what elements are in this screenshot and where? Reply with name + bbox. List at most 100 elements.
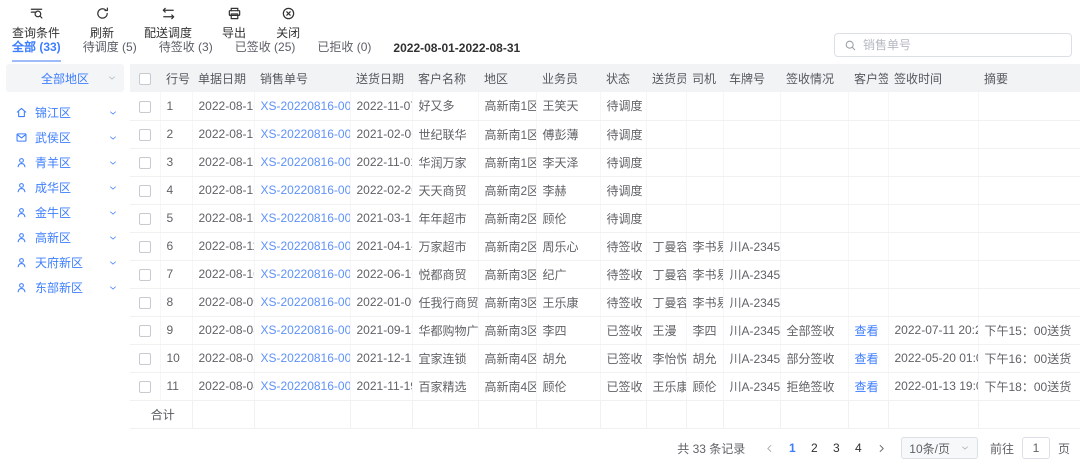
region-filter-dropdown[interactable]: 全部地区 [6,64,124,92]
prev-page-button[interactable] [759,443,779,454]
sidebar-item-tianfu[interactable]: 天府新区 [0,250,130,275]
cell-row-no: 10 [160,344,192,372]
sale-order-link[interactable]: XS-20220816-000017 [261,127,351,141]
cell-plate: 川A-234561 [723,232,780,260]
sidebar-item-chenghua[interactable]: 成华区 [0,175,130,200]
chevron-down-icon [108,133,118,143]
cell-signature: 查看 [848,372,888,400]
cell-sign-time [888,260,978,288]
row-checkbox[interactable] [139,269,151,281]
region-label: 金牛区 [35,204,71,221]
sale-order-link[interactable]: XS-20220816-000011 [261,295,351,309]
query-conditions-button[interactable]: 查询条件 [12,6,60,41]
tab-rejected[interactable]: 已拒收 (0) [317,38,371,62]
sale-order-link[interactable]: XS-20220816-000015 [261,183,351,197]
sidebar-item-gaoxin[interactable]: 高新区 [0,225,130,250]
pagination: 共 33 条记录 1234 10条/页 前往 页 [677,437,1070,459]
table-row: 42022-08-16XS-20220816-0000152022-02-20天… [130,176,1080,204]
cell-signature [848,288,888,316]
dispatch-button[interactable]: 配送调度 [144,6,192,41]
view-signature-link[interactable]: 查看 [855,324,879,338]
page-number-4[interactable]: 4 [847,441,869,455]
row-checkbox[interactable] [139,213,151,225]
sidebar-item-jinjiang[interactable]: 锦江区 [0,100,130,125]
goto-page-input[interactable] [1022,437,1050,459]
sale-order-link[interactable]: XS-20220816-000012 [261,267,351,281]
tab-signed[interactable]: 已签收 (25) [235,38,296,62]
cell-plate [723,120,780,148]
row-checkbox[interactable] [139,129,151,141]
column-header: 司机 [686,64,723,92]
page-number-2[interactable]: 2 [803,441,825,455]
search-icon [844,39,857,52]
toolbar: 查询条件刷新配送调度导出关闭 [0,0,1080,36]
sidebar-item-wuhou[interactable]: 武侯区 [0,125,130,150]
record-count: 共 33 条记录 [677,440,745,457]
tab-all[interactable]: 全部 (33) [12,38,61,62]
sale-order-link[interactable]: XS-20220816-000014 [261,211,351,225]
cell-doc-date: 2022-08-08 [192,316,254,344]
cell-summary [978,176,1080,204]
total-row: 合计 [130,400,1080,428]
dispatch-swap-icon [161,6,176,21]
cell-deliverer: 王漫 [646,316,686,344]
cell-area: 高新南4区 [478,344,536,372]
view-signature-link[interactable]: 查看 [855,380,879,394]
cell-customer: 宜家连锁 [412,344,478,372]
cell-delivery-date: 2022-02-20 [350,176,412,204]
status-tabs: 全部 (33) 待调度 (5) 待签收 (3) 已签收 (25) 已拒收 (0) [12,38,371,62]
tab-pending-dispatch[interactable]: 待调度 (5) [83,38,137,62]
row-checkbox[interactable] [139,241,151,253]
row-checkbox[interactable] [139,185,151,197]
chevron-down-icon [107,73,117,83]
sale-order-link[interactable]: XS-20220816-000010 [261,323,351,337]
row-checkbox[interactable] [139,101,151,113]
sidebar-item-jinniu[interactable]: 金牛区 [0,200,130,225]
cell-doc-date: 2022-08-08 [192,372,254,400]
refresh-button[interactable]: 刷新 [90,6,114,41]
sale-order-link[interactable]: XS-20220816-000018 [261,99,351,113]
tab-pending-sign[interactable]: 待签收 (3) [159,38,213,62]
orders-table: 行号单据日期销售单号送货日期客户名称地区业务员状态送货员司机车牌号签收情况客户签… [130,64,1080,429]
column-header: 签收情况 [780,64,848,92]
cell-driver [686,176,723,204]
page-number-3[interactable]: 3 [825,441,847,455]
row-checkbox[interactable] [139,353,151,365]
select-all-checkbox[interactable] [139,73,151,85]
page-size-select[interactable]: 10条/页 [901,437,978,459]
cell-plate [723,176,780,204]
cell-customer: 万家超市 [412,232,478,260]
sale-order-link[interactable]: XS-20220816-000016 [261,155,351,169]
cell-deliverer: 丁曼容 [646,232,686,260]
view-signature-link[interactable]: 查看 [855,352,879,366]
cell-sign-time: 2022-01-13 19:05 [888,372,978,400]
search-box[interactable] [834,33,1072,57]
row-checkbox[interactable] [139,157,151,169]
sale-order-link[interactable]: XS-20220816-000013 [261,239,351,253]
row-checkbox[interactable] [139,381,151,393]
cell-sign-status [780,176,848,204]
next-page-button[interactable] [871,443,891,454]
cell-signature: 查看 [848,344,888,372]
sidebar-item-qingyang[interactable]: 青羊区 [0,150,130,175]
column-header: 送货日期 [350,64,412,92]
sale-order-link[interactable]: XS-20220816-000009 [261,351,351,365]
page-number-1[interactable]: 1 [781,441,803,455]
row-checkbox[interactable] [139,297,151,309]
row-checkbox[interactable] [139,325,151,337]
cell-sign-time [888,288,978,316]
column-header: 销售单号 [254,64,350,92]
page-numbers: 1234 [781,441,869,455]
sidebar-item-dongbu[interactable]: 东部新区 [0,275,130,300]
region-label: 武侯区 [35,129,71,146]
cell-summary: 下午16：00送货 [978,344,1080,372]
cell-area: 高新南1区 [478,148,536,176]
search-input[interactable] [863,38,1062,52]
cell-delivery-date: 2022-01-09 [350,288,412,316]
sale-order-link[interactable]: XS-20220816-000008 [261,379,351,393]
chevron-down-icon [960,443,970,453]
cell-sign-status: 全部签收 [780,316,848,344]
close-button[interactable]: 关闭 [276,6,300,41]
column-header: 客户名称 [412,64,478,92]
export-button[interactable]: 导出 [222,6,246,41]
